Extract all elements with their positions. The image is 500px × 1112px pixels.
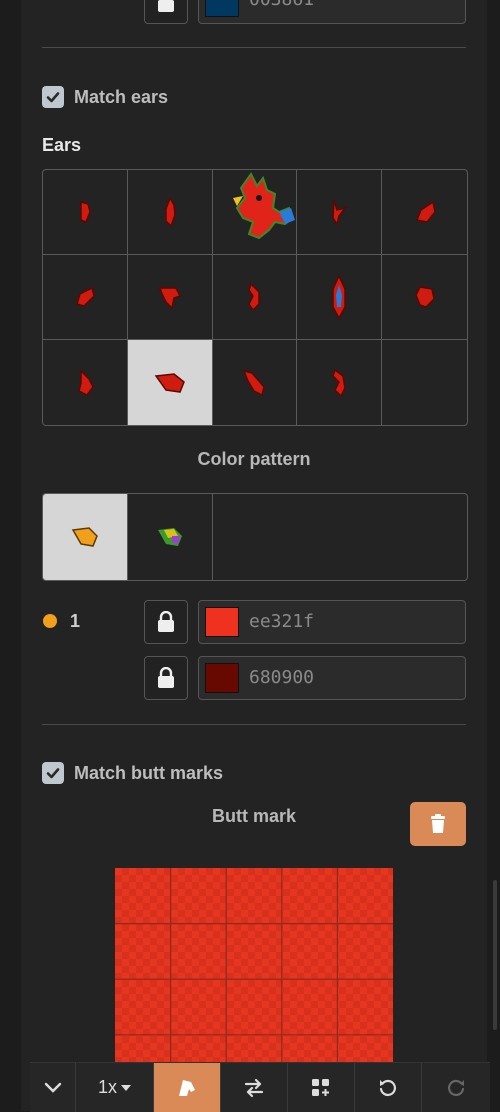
lock-button[interactable] [144,0,188,24]
match-ears-checkbox[interactable]: Match ears [42,84,168,110]
lock-icon [158,667,174,688]
redo-button[interactable] [422,1063,490,1112]
divider [42,47,466,48]
checkbox-checked-icon[interactable] [42,762,64,784]
ear-option[interactable] [212,170,298,255]
checkbox-checked-icon[interactable] [42,86,64,108]
ear-option[interactable] [43,170,128,255]
ear-sprite-icon [154,372,185,393]
ear-option[interactable] [382,170,467,255]
ear-sprite-icon [75,286,95,307]
scrollbar[interactable] [493,880,497,1030]
ear-sprite-icon [78,368,94,396]
ear-option[interactable] [212,255,298,340]
horse-head-icon [179,1079,195,1096]
ear-sprite-icon [332,275,347,319]
color-hex: 003861 [249,0,314,21]
zoom-label: 1x [97,1077,117,1097]
ears-grid [42,169,468,426]
match-butt-marks-label: Match butt marks [74,762,224,783]
butt-mark-title: Butt mark [211,806,296,826]
lock-button[interactable] [144,600,188,644]
add-widget-button[interactable] [288,1063,355,1112]
ear-option[interactable] [127,170,213,255]
color-pattern-grid [42,493,468,581]
pony-preview-icon [233,172,296,240]
ear-option[interactable] [297,255,383,340]
ear-sprite-icon [248,282,261,312]
ear-option[interactable] [43,340,128,425]
collapse-button[interactable] [30,1063,76,1112]
ear-option[interactable] [382,255,467,340]
swap-icon [244,1078,264,1097]
zoom-dropdown[interactable]: 1x [76,1063,154,1112]
color-swatch[interactable] [205,0,239,17]
ear-option-selected[interactable] [127,340,213,425]
ear-option[interactable] [127,255,213,340]
undo-icon [379,1079,396,1096]
ear-option[interactable] [297,170,383,255]
ear-option[interactable] [43,255,128,340]
ear-option-empty[interactable] [382,340,467,425]
color-index-label: 1 [70,611,81,631]
grid-plus-icon [312,1078,329,1096]
color-input[interactable]: 680900 [198,656,466,700]
ear-sprite-icon [158,287,181,310]
color-index-dot [43,614,57,628]
match-butt-marks-checkbox[interactable]: Match butt marks [42,760,223,786]
color-input-top[interactable]: 003861 [198,0,466,24]
pony-tool-button[interactable] [154,1063,221,1112]
lock-icon [158,611,174,632]
chevron-down-icon [44,1082,61,1093]
lock-icon [158,0,174,12]
trash-icon [431,814,445,833]
lock-button[interactable] [144,656,188,700]
pattern-sprite-icon [158,528,182,546]
color-hex: 680900 [249,667,315,688]
color-input[interactable]: ee321f [198,600,466,644]
ear-sprite-icon [414,286,435,308]
divider [42,724,466,725]
ear-option[interactable] [297,340,383,425]
pattern-option[interactable] [128,494,213,580]
swap-button[interactable] [221,1063,288,1112]
ear-sprite-icon [243,369,266,396]
delete-butt-mark-button[interactable] [410,802,466,846]
ear-sprite-icon [80,201,91,223]
pattern-sprite-icon [71,527,98,547]
ear-sprite-icon [164,197,176,227]
color-swatch[interactable] [205,663,239,693]
ear-sprite-icon [332,199,348,226]
ear-sprite-icon [332,368,347,397]
ear-option[interactable] [213,340,298,425]
pattern-empty-area [213,494,467,580]
undo-button[interactable] [355,1063,422,1112]
color-pattern-title: Color pattern [197,449,311,469]
color-hex: ee321f [249,611,315,632]
pattern-option-selected[interactable] [43,494,128,580]
match-ears-label: Match ears [74,86,169,107]
bottom-toolbar: 1x [30,1062,490,1112]
ear-sprite-icon [415,200,436,223]
butt-mark-canvas[interactable] [115,868,393,1062]
canvas-grid [115,868,393,1062]
color-swatch[interactable] [205,607,239,637]
caret-down-icon [121,1084,131,1091]
redo-icon [448,1079,465,1096]
ears-title: Ears [42,135,82,155]
